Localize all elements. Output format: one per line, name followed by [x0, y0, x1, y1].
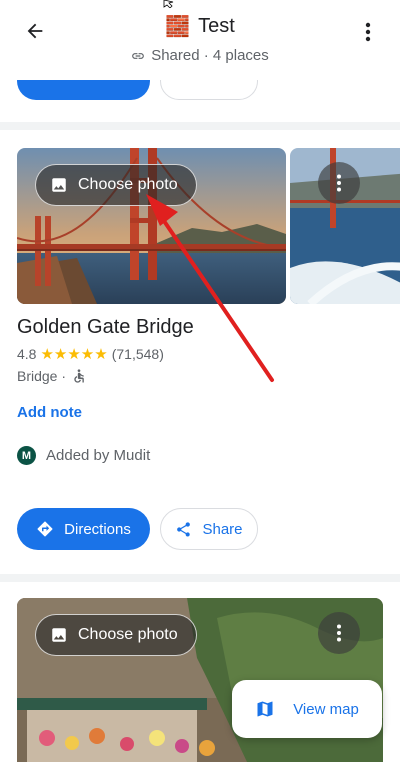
page-title: 🧱 Test	[165, 14, 235, 39]
choose-photo-button[interactable]: Choose photo	[35, 164, 197, 206]
place-photo-secondary[interactable]	[290, 148, 400, 304]
place-photo-golden-gate[interactable]: Choose photo	[17, 148, 286, 304]
page-title-text: Test	[198, 15, 235, 37]
added-by-row: M Added by Mudit	[17, 446, 150, 465]
app-header: 🧱 Test Shared · 4 places	[0, 0, 400, 80]
mouse-cursor-icon	[163, 0, 174, 8]
add-note-link[interactable]: Add note	[17, 404, 82, 421]
more-options-button[interactable]	[358, 18, 378, 46]
place-category: Bridge ·	[17, 368, 67, 384]
map-icon	[257, 701, 273, 717]
share-button[interactable]: Share	[160, 508, 258, 550]
review-count[interactable]: (71,548)	[112, 346, 164, 362]
rating-row: 4.8 ★★★★★ (71,548)	[17, 345, 164, 363]
list-emoji-icon: 🧱	[165, 16, 191, 38]
list-subtitle-text: Shared · 4 places	[151, 47, 269, 64]
share-icon	[177, 521, 191, 537]
directions-icon	[37, 521, 53, 537]
more-vert-icon	[337, 624, 341, 642]
wheelchair-icon	[74, 369, 84, 383]
photo-carousel[interactable]: Choose photo	[17, 148, 400, 304]
place-name[interactable]: Golden Gate Bridge	[17, 316, 194, 339]
section-divider	[0, 574, 400, 582]
rating-value: 4.8	[17, 346, 37, 362]
more-vert-icon	[365, 22, 371, 42]
list-subtitle: Shared · 4 places	[131, 47, 269, 64]
image-icon	[52, 628, 66, 642]
directions-label: Directions	[64, 520, 131, 538]
star-rating-icons: ★★★★★	[40, 346, 108, 363]
choose-photo-label: Choose photo	[78, 176, 178, 193]
share-label: Share	[202, 520, 243, 538]
category-row: Bridge ·	[17, 368, 87, 384]
avatar: M	[17, 446, 36, 465]
more-vert-icon	[337, 174, 341, 192]
section-divider	[0, 122, 400, 130]
directions-button[interactable]: Directions	[17, 508, 150, 550]
image-icon	[52, 178, 66, 192]
photo-more-button-next[interactable]	[318, 612, 360, 654]
list-title-area: 🧱 Test Shared · 4 places	[0, 14, 400, 68]
added-by-text: Added by Mudit	[46, 447, 151, 464]
choose-photo-button-next[interactable]: Choose photo	[35, 614, 197, 656]
link-icon	[132, 52, 145, 59]
place-actions: Directions Share	[17, 508, 258, 550]
view-map-label: View map	[293, 700, 359, 718]
choose-photo-label: Choose photo	[78, 626, 178, 643]
photo-more-button[interactable]	[318, 162, 360, 204]
view-map-button[interactable]: View map	[232, 680, 382, 738]
